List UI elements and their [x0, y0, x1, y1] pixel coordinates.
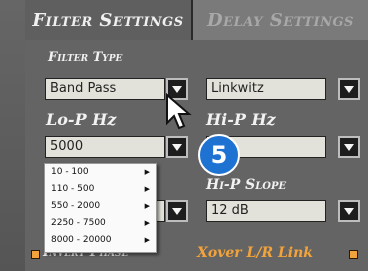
mouse-cursor-icon	[166, 93, 192, 130]
submenu-arrow-icon: ▶	[144, 202, 150, 210]
menu-item-label: 110 - 500	[51, 184, 95, 194]
menu-item-label: 10 - 100	[51, 167, 89, 177]
menu-item-label: 550 - 2000	[51, 201, 101, 211]
lo-pass-select[interactable]: 5000	[45, 136, 165, 158]
tab-filter-settings[interactable]: Filter Settings	[25, 0, 193, 40]
step-number-badge: 5	[198, 134, 240, 176]
hi-pass-label: Hi-P Hz	[206, 110, 276, 129]
hi-pass-slope-dropdown-button[interactable]	[338, 200, 360, 222]
settings-panel: Filter Settings Delay Settings Filter Ty…	[0, 0, 368, 271]
menu-item-range-1[interactable]: 10 - 100 ▶	[45, 164, 156, 181]
hi-pass-slope-select[interactable]: 12 dB	[206, 200, 326, 222]
hi-pass-slope-label: Hi-P Slope	[206, 177, 287, 193]
tab-bar: Filter Settings Delay Settings	[25, 0, 368, 42]
hi-pass-dropdown-button[interactable]	[338, 136, 360, 158]
filter-type-select[interactable]: Band Pass	[45, 78, 165, 100]
submenu-arrow-icon: ▶	[144, 185, 150, 193]
filter-family-select[interactable]: Linkwitz	[206, 78, 326, 100]
submenu-arrow-icon: ▶	[144, 219, 150, 227]
menu-item-range-3[interactable]: 550 - 2000 ▶	[45, 198, 156, 215]
xover-link-indicator[interactable]	[349, 250, 358, 259]
lo-pass-range-menu: 10 - 100 ▶ 110 - 500 ▶ 550 - 2000 ▶ 2250 - …	[44, 163, 157, 253]
lo-pass-dropdown-button[interactable]	[166, 136, 188, 158]
menu-item-range-5[interactable]: 8000 - 20000 ▶	[45, 232, 156, 249]
menu-item-range-2[interactable]: 110 - 500 ▶	[45, 181, 156, 198]
filter-type-label: Filter Type	[48, 50, 123, 65]
tab-delay-settings[interactable]: Delay Settings	[193, 0, 368, 40]
lo-pass-label: Lo-P Hz	[46, 110, 117, 129]
menu-item-label: 8000 - 20000	[51, 235, 112, 245]
invert-phase-indicator[interactable]	[31, 250, 40, 259]
submenu-arrow-icon: ▶	[144, 168, 150, 176]
filter-family-dropdown-button[interactable]	[338, 78, 360, 100]
xover-link-label: Xover L/R Link	[197, 245, 313, 261]
menu-item-range-4[interactable]: 2250 - 7500 ▶	[45, 215, 156, 232]
menu-item-label: 2250 - 7500	[51, 218, 106, 228]
lo-pass-slope-dropdown-button[interactable]	[166, 200, 188, 222]
submenu-arrow-icon: ▶	[144, 236, 150, 244]
